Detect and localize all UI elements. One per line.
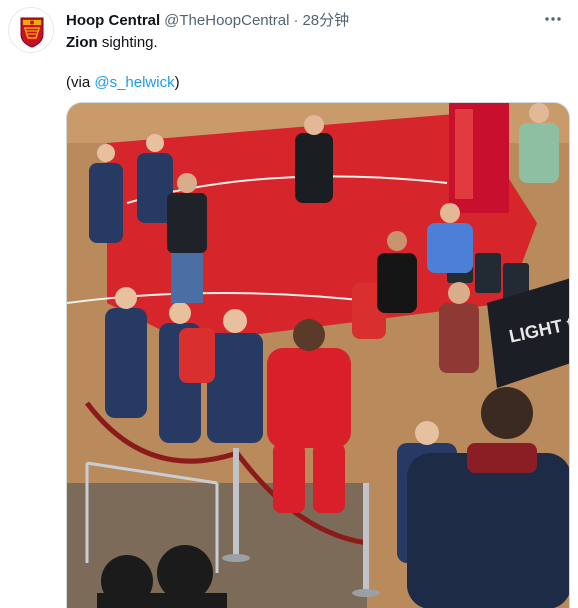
tweet-header: Hoop Central @TheHoopCentral · 28分钟 bbox=[66, 9, 538, 29]
arena-photo-illustration: LIGHT the FU bbox=[67, 103, 569, 608]
separator-dot: · bbox=[293, 12, 299, 29]
red-tracksuit-figure bbox=[267, 348, 351, 448]
via-prefix: (via bbox=[66, 74, 95, 91]
author-name[interactable]: Hoop Central bbox=[66, 12, 160, 29]
tweet-timestamp[interactable]: 28分钟 bbox=[302, 9, 349, 30]
stanchion-pad bbox=[455, 109, 473, 199]
more-options-button[interactable] bbox=[542, 8, 564, 30]
author-handle[interactable]: @TheHoopCentral bbox=[164, 12, 289, 29]
more-options-icon bbox=[545, 17, 561, 21]
author-avatar[interactable] bbox=[8, 7, 54, 53]
via-mention-link[interactable]: @s_helwick bbox=[94, 74, 174, 91]
tweet-text-line-1: Zion sighting. bbox=[66, 33, 566, 53]
tweet-text-line-2: (via @s_helwick) bbox=[66, 73, 566, 93]
tweet-text-bold: Zion bbox=[66, 34, 98, 51]
tweet-photo[interactable]: LIGHT the FU bbox=[66, 102, 570, 608]
tweet-text: Zion sighting. (via @s_helwick) bbox=[66, 33, 566, 93]
tweet-card[interactable]: Hoop Central @TheHoopCentral · 28分钟 Zion… bbox=[0, 0, 578, 608]
via-suffix: ) bbox=[174, 74, 180, 91]
hoop-central-logo-icon bbox=[9, 8, 53, 52]
tweet-text-rest: sighting. bbox=[97, 34, 158, 51]
foreground-fan bbox=[407, 453, 569, 608]
